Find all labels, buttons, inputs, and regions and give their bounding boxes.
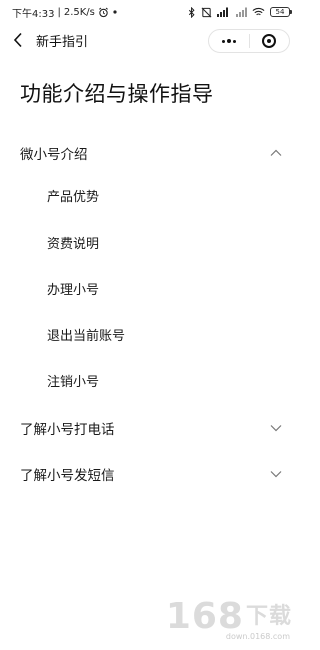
- nav-title: 新手指引: [36, 34, 89, 50]
- back-button[interactable]: [10, 30, 26, 50]
- section-calls[interactable]: 了解小号打电话: [0, 415, 300, 441]
- more-button[interactable]: [209, 30, 249, 52]
- signal-icon-2: [236, 7, 247, 17]
- sub-item-product-advantage[interactable]: 产品优势: [47, 184, 99, 206]
- section-label: 微小号介绍: [20, 147, 88, 163]
- nav-bar: 新手指引: [0, 24, 300, 56]
- watermark-logo: 168 下载 down.0168.com: [152, 598, 292, 646]
- notification-dot-icon: [112, 9, 118, 15]
- mini-program-capsule: [208, 29, 290, 53]
- section-label: 了解小号打电话: [20, 422, 115, 438]
- alarm-icon: [98, 7, 109, 18]
- watermark-cn: 下载: [245, 604, 292, 629]
- sub-item-apply-number[interactable]: 办理小号: [47, 277, 99, 299]
- chevron-down-icon: [270, 422, 282, 434]
- page-title: 功能介绍与操作指导: [20, 82, 214, 106]
- battery-level: 54: [275, 7, 285, 16]
- section-sms[interactable]: 了解小号发短信: [0, 461, 300, 487]
- status-left: 下午4:33 | 2.5K/s: [12, 5, 118, 20]
- close-program-button[interactable]: [250, 30, 290, 52]
- chevron-up-icon: [270, 147, 282, 159]
- section-label: 了解小号发短信: [20, 468, 115, 484]
- watermark-digits: 168: [165, 596, 244, 637]
- chevron-left-icon: [13, 32, 22, 48]
- status-time: 下午4:33: [12, 8, 55, 20]
- sub-item-pricing[interactable]: 资费说明: [47, 231, 99, 253]
- wifi-icon: [252, 7, 265, 17]
- chevron-down-icon: [270, 468, 282, 480]
- target-icon: [262, 34, 277, 48]
- mute-icon: [201, 7, 212, 18]
- watermark-url: down.0168.com: [225, 632, 290, 641]
- battery-icon: 54: [270, 7, 292, 17]
- status-net-speed: 2.5K/s: [63, 6, 95, 18]
- status-separator: |: [57, 6, 61, 18]
- signal-icon: [217, 7, 231, 17]
- sub-item-logout[interactable]: 退出当前账号: [47, 323, 125, 345]
- sub-item-cancel-number[interactable]: 注销小号: [47, 369, 99, 391]
- more-dots-icon: [221, 39, 236, 43]
- bluetooth-icon: [188, 6, 196, 18]
- status-right: 54: [188, 6, 292, 18]
- watermark-main: 168 下载: [166, 598, 292, 636]
- status-bar: 下午4:33 | 2.5K/s 54: [0, 0, 300, 24]
- section-weixiaohao-intro[interactable]: 微小号介绍: [0, 140, 300, 166]
